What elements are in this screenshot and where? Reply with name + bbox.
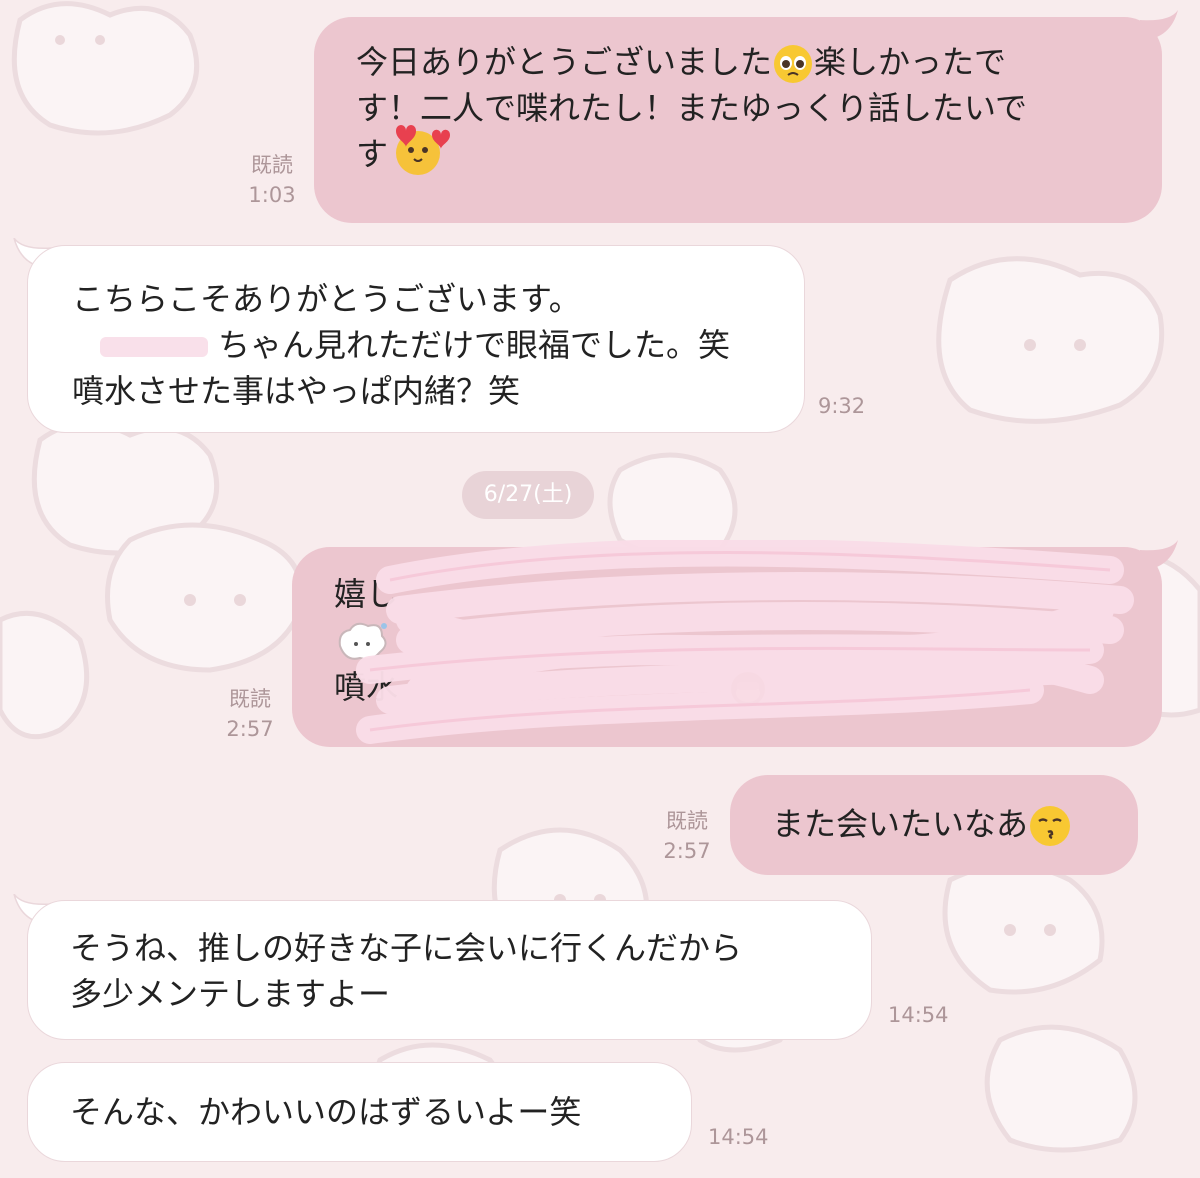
kissing-face-icon [1030, 806, 1071, 846]
read-receipt: 既読 [251, 153, 293, 177]
message-text: 噴水させた事はやっぱ内緒？笑 [72, 372, 521, 410]
message-bubble[interactable]: こちらこそありがとうございます。 ちゃん見れただけで眼福でした。笑 噴水させた事… [27, 245, 805, 433]
message-text: ちゃん見れただけで眼福でした。笑 [218, 326, 731, 364]
message-bubble[interactable]: 今日ありがとうございました 楽しかったで す！二人で喋れたし！またゆっくり話したい… [314, 17, 1162, 223]
message-time: 14:54 [708, 1125, 769, 1149]
hearts-character-icon [396, 125, 451, 175]
message-time: 1:03 [248, 183, 296, 207]
message-time: 9:32 [818, 394, 866, 418]
message-text: そうね、推しの好きな子に会いに行くんだから [70, 929, 743, 967]
pleading-face-icon [774, 45, 813, 83]
redacted-name [100, 337, 208, 357]
message-text: また会いたいなあ [772, 805, 1029, 843]
message-time: 14:54 [888, 1003, 949, 1027]
read-receipt: 既読 [229, 687, 271, 711]
read-receipt: 既読 [666, 809, 708, 833]
message-time: 2:57 [663, 839, 711, 863]
bubble-tail [1140, 10, 1178, 40]
message-text: こちらこそありがとうございます。 [72, 280, 581, 318]
message-text: 楽しかったで [814, 43, 1007, 81]
message-bubble[interactable]: また会いたいなあ [730, 775, 1138, 875]
message-bubble[interactable]: そうね、推しの好きな子に会いに行くんだから 多少メンテしますよー [27, 900, 872, 1040]
message-text: そんな、かわいいのはずるいよー笑 [70, 1093, 582, 1131]
message-text: す [356, 135, 389, 173]
message-bubble[interactable]: そんな、かわいいのはずるいよー笑 [27, 1062, 692, 1162]
message-text: 今日ありがとうございました [356, 43, 773, 81]
message-time: 2:57 [226, 717, 274, 741]
date-separator: 6/27(土) [462, 471, 594, 519]
message-text: す！二人で喋れたし！またゆっくり話したいで [356, 89, 1028, 127]
scribble-redaction [356, 540, 1134, 744]
message-text: 多少メンテしますよー [70, 975, 391, 1013]
